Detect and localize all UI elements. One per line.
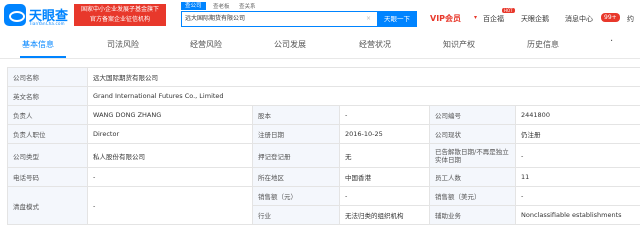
tab-intellectual-property[interactable]: 知识产权 (443, 39, 475, 50)
tab-judicial-risk[interactable]: 司法风险 (107, 39, 139, 50)
field-value: 仍注册 (514, 124, 640, 144)
field-value: - (339, 105, 430, 125)
table-row: 清盘模式 - 销售额（元） - 销售额（美元） - (7, 186, 640, 225)
hot-badge: HOT (502, 8, 515, 13)
field-label: 负责人 (7, 105, 88, 125)
search-tab-boss[interactable]: 查老板 (213, 2, 230, 10)
field-label: 员工人数 (429, 167, 516, 187)
liquidation-mode-label: 清盘模式 (7, 186, 88, 225)
english-name-label: 英文名称 (7, 86, 88, 106)
tab-business-status[interactable]: 经营状况 (359, 39, 391, 50)
search-tab-company[interactable]: 查公司 (181, 2, 206, 10)
tianyan-app-link[interactable]: 天眼企鹅 (521, 14, 549, 24)
field-label: 公司类型 (7, 143, 88, 168)
field-value: 私人股份有限公司 (87, 143, 253, 168)
top-header: 天眼查 TianYanCha.com 国家中小企业发展子基金旗下 官方备案企业征… (0, 0, 640, 30)
clear-icon[interactable]: × (366, 15, 371, 23)
vip-dropdown-icon[interactable]: ▾ (474, 14, 477, 21)
field-label: 行业 (252, 205, 340, 225)
message-count-badge: 99+ (601, 13, 620, 22)
search-tab-relation[interactable]: 查关系 (239, 2, 256, 10)
message-center-link[interactable]: 消息中心 (565, 14, 593, 24)
logo-subtitle: TianYanCha.com (29, 21, 65, 26)
table-row: 负责人 WANG DONG ZHANG 股本 - 公司编号 2441800 (7, 105, 640, 125)
field-label: 公司编号 (429, 105, 516, 125)
field-value: 中国香港 (339, 167, 430, 187)
field-label: 押记登记册 (252, 143, 340, 168)
field-value: - (514, 186, 640, 206)
search-input[interactable]: 远大国际期货有限公司 (181, 11, 378, 27)
field-label: 注册日期 (252, 124, 340, 144)
field-value: - (87, 167, 253, 187)
field-label: 已告解散日期/不再是独立实体日期 (429, 143, 516, 168)
field-value: 无 (339, 143, 430, 168)
credential-banner[interactable]: 国家中小企业发展子基金旗下 官方备案企业征信机构 (74, 4, 166, 26)
field-value: - (339, 186, 430, 206)
table-row: 电话号码 - 所在地区 中国香港 员工人数 11 (7, 167, 640, 187)
field-value: - (514, 143, 640, 168)
banner-line-2: 官方备案企业征信机构 (89, 16, 150, 23)
field-label: 电话号码 (7, 167, 88, 187)
field-label: 辅助业务 (429, 205, 516, 225)
field-value: Nonclassifiable establishments (514, 205, 640, 225)
company-name-value: 远大国际期货有限公司 (86, 67, 640, 87)
table-row: 英文名称 Grand International Futures Co., Li… (7, 86, 640, 106)
tab-history-info[interactable]: 历史信息 (527, 39, 559, 50)
liquidation-mode-value: - (87, 186, 253, 225)
search-button[interactable]: 天眼一下 (377, 11, 417, 27)
field-label: 负责人职位 (7, 124, 88, 144)
field-label: 所在地区 (252, 167, 340, 187)
company-name-label: 公司名称 (7, 67, 88, 87)
english-name-value: Grand International Futures Co., Limited (86, 86, 640, 106)
table-row: 负责人职位 Director 注册日期 2016-10-25 公司现状 仍注册 (7, 124, 640, 144)
field-value: 2441800 (514, 105, 640, 125)
field-label: 销售额（元） (252, 186, 340, 206)
field-value: 11 (514, 167, 640, 187)
field-value: Director (87, 124, 253, 144)
table-row: 公司名称 远大国际期货有限公司 (7, 67, 640, 87)
field-value: 2016-10-25 (339, 124, 430, 144)
company-tabs: 基本信息 司法风险 经营风险 公司发展 经营状况 知识产权 历史信息 · (0, 36, 640, 59)
active-tab-underline (20, 56, 66, 58)
field-label: 股本 (252, 105, 340, 125)
field-value: 无法归类的组织机构 (339, 205, 430, 225)
tianyancha-logo-icon[interactable] (4, 4, 26, 26)
baiqifu-link[interactable]: 百企福 (483, 14, 504, 24)
vip-member-link[interactable]: VIP会员 (430, 13, 461, 24)
tab-basic-info[interactable]: 基本信息 (22, 39, 54, 50)
field-label: 公司现状 (429, 124, 516, 144)
company-info-table: 公司名称 远大国际期货有限公司 英文名称 Grand International… (7, 67, 640, 225)
field-label: 销售额（美元） (429, 186, 516, 206)
tab-company-development[interactable]: 公司发展 (274, 39, 306, 50)
field-value: WANG DONG ZHANG (87, 105, 253, 125)
table-row: 公司类型 私人股份有限公司 押记登记册 无 已告解散日期/不再是独立实体日期 - (7, 143, 640, 168)
tab-operating-risk[interactable]: 经营风险 (190, 39, 222, 50)
more-tabs-icon[interactable]: · (610, 36, 613, 47)
banner-line-1: 国家中小企业发展子基金旗下 (80, 6, 159, 13)
user-menu[interactable]: 约 (627, 14, 634, 24)
